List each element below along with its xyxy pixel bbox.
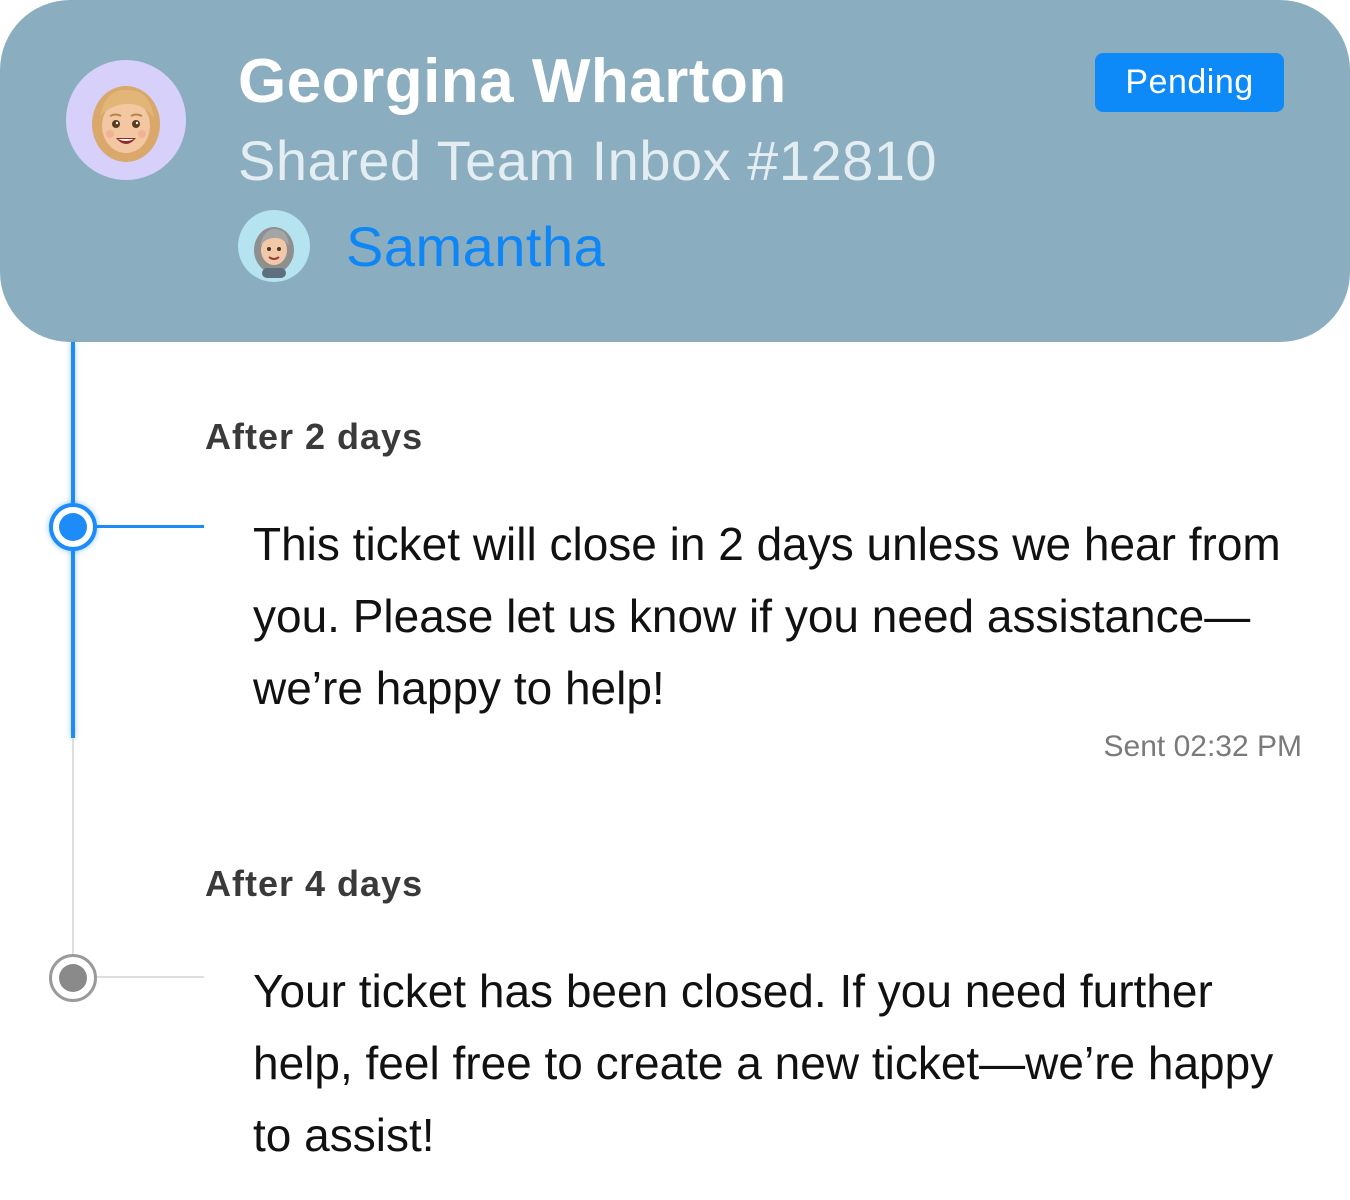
customer-name: Georgina Wharton <box>238 47 787 116</box>
timeline-line-inactive <box>72 738 74 978</box>
timeline-connector <box>96 525 204 528</box>
agent-avatar <box>238 210 310 282</box>
timeline-node-inactive <box>49 954 97 1002</box>
node-dot <box>59 513 87 541</box>
ticket-card: Georgina Wharton Shared Team Inbox #1281… <box>0 0 1350 1200</box>
ticket-header: Georgina Wharton Shared Team Inbox #1281… <box>0 0 1350 342</box>
status-badge[interactable]: Pending <box>1095 53 1284 112</box>
memoji-agent-icon <box>254 227 294 278</box>
node-dot <box>59 964 87 992</box>
inbox-label: Shared Team Inbox #12810 <box>238 129 938 192</box>
timeline-step-label: After 2 days <box>205 416 424 457</box>
sent-timestamp: Sent 02:32 PM <box>1103 730 1302 763</box>
timeline-message: This ticket will close in 2 days unless … <box>253 518 1281 714</box>
assigned-agent-link[interactable]: Samantha <box>346 214 605 279</box>
customer-avatar <box>66 60 186 180</box>
timeline-connector <box>96 976 204 978</box>
timeline-message: Your ticket has been closed. If you need… <box>253 965 1274 1161</box>
memoji-woman-icon <box>92 86 160 162</box>
timeline-step-label: After 4 days <box>205 863 424 904</box>
timeline-node-active <box>49 503 97 551</box>
